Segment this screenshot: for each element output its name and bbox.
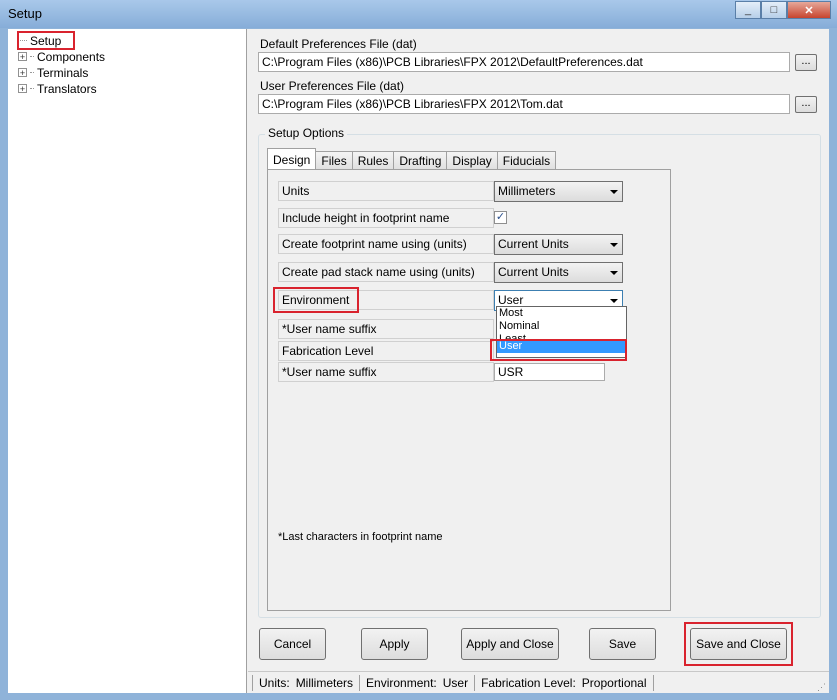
tree-item-label: Components <box>37 49 106 64</box>
tree-item-label: Translators <box>37 81 97 96</box>
dropdown-arrow-icon <box>610 190 618 194</box>
tree-connector <box>30 56 34 57</box>
padstack-units-value: Current Units <box>498 265 569 279</box>
tab-fiducials[interactable]: Fiducials <box>496 151 557 169</box>
status-units-label: Units: <box>259 676 290 690</box>
setup-options-label: Setup Options <box>265 126 348 140</box>
default-prefs-label: Default Preferences File (dat) <box>260 37 417 51</box>
user-suffix-input[interactable]: USR <box>494 363 605 381</box>
include-height-checkbox[interactable]: ✓ <box>494 211 507 224</box>
highlight-box-save-close <box>684 622 793 666</box>
setup-tree: Setup + Components + Terminals + Transla… <box>8 29 247 693</box>
environment-select-value: User <box>498 293 524 307</box>
status-environment-value: User <box>442 676 469 690</box>
footprint-name-label: Create footprint name using (units) <box>282 237 467 251</box>
expand-plus-icon[interactable]: + <box>18 68 27 78</box>
height-row: Include height in footprint name <box>278 208 494 228</box>
user-suffix-label-2: *User name suffix <box>282 365 377 379</box>
status-separator <box>652 675 654 691</box>
padstack-name-row: Create pad stack name using (units) <box>278 262 494 282</box>
units-row: Units <box>278 181 494 201</box>
apply-button[interactable]: Apply <box>361 628 428 660</box>
expand-plus-icon[interactable]: + <box>18 84 27 94</box>
units-label: Units <box>282 184 310 198</box>
close-icon[interactable]: ✕ <box>787 1 831 19</box>
default-prefs-browse-button[interactable]: ... <box>795 54 817 71</box>
cancel-button[interactable]: Cancel <box>259 628 326 660</box>
save-button[interactable]: Save <box>589 628 656 660</box>
tree-item-terminals[interactable]: + Terminals <box>18 65 88 80</box>
footprint-units-value: Current Units <box>498 237 569 251</box>
fabrication-level-row: Fabrication Level <box>278 341 494 361</box>
dropdown-arrow-icon <box>610 271 618 275</box>
user-prefs-label: User Preferences File (dat) <box>260 79 405 93</box>
tab-design[interactable]: Design <box>267 148 317 169</box>
padstack-name-label: Create pad stack name using (units) <box>282 265 475 279</box>
user-suffix-label: *User name suffix <box>282 322 377 336</box>
padstack-units-select[interactable]: Current Units <box>494 262 623 283</box>
maximize-icon[interactable]: □ <box>761 1 787 19</box>
dialog-client: Setup + Components + Terminals + Transla… <box>8 29 829 693</box>
user-suffix-row: *User name suffix <box>278 319 494 339</box>
user-suffix-row-2: *User name suffix <box>278 362 494 382</box>
tree-item-label: Terminals <box>37 65 89 80</box>
apply-and-close-button[interactable]: Apply and Close <box>461 628 559 660</box>
setup-window: Setup _ □ ✕ Setup + Components + Termina… <box>0 0 837 700</box>
units-select-value: Millimeters <box>498 184 556 198</box>
title-bar[interactable]: Setup _ □ ✕ <box>0 0 837 28</box>
status-separator <box>474 675 476 691</box>
window-title: Setup <box>8 6 42 21</box>
setup-options-group: Setup Options Design Files Rules Draftin… <box>258 126 821 618</box>
expand-plus-icon[interactable]: + <box>18 52 27 62</box>
tree-connector <box>30 88 34 89</box>
design-tab-pane: Units Millimeters Include height in foot… <box>267 169 671 611</box>
default-prefs-path[interactable]: C:\Program Files (x86)\PCB Libraries\FPX… <box>258 52 790 72</box>
status-separator <box>359 675 361 691</box>
status-units-value: Millimeters <box>295 676 354 690</box>
status-fabrication-value: Proportional <box>581 676 647 690</box>
status-environment-label: Environment: <box>366 676 437 690</box>
env-option-most[interactable]: Most <box>497 307 626 320</box>
highlight-box-environment <box>273 287 359 313</box>
tree-connector <box>30 72 34 73</box>
resize-grip-icon[interactable]: ⋰ <box>817 682 827 692</box>
options-tabs: Design Files Rules Drafting Display Fidu… <box>267 148 557 169</box>
env-option-nominal[interactable]: Nominal <box>497 320 626 333</box>
status-separator <box>252 675 253 691</box>
status-fabrication-label: Fabrication Level: <box>481 676 576 690</box>
status-bar: Units: Millimeters Environment: User Fab… <box>248 671 829 694</box>
user-prefs-browse-button[interactable]: ... <box>795 96 817 113</box>
footprint-units-select[interactable]: Current Units <box>494 234 623 255</box>
dropdown-arrow-icon <box>610 299 618 303</box>
dropdown-arrow-icon <box>610 243 618 247</box>
tree-item-translators[interactable]: + Translators <box>18 81 97 96</box>
tab-display[interactable]: Display <box>446 151 498 169</box>
footnote: *Last characters in footprint name <box>278 531 443 543</box>
settings-pane: Default Preferences File (dat) C:\Progra… <box>248 29 829 693</box>
footprint-name-row: Create footprint name using (units) <box>278 234 494 254</box>
highlight-box-setup <box>17 31 75 50</box>
tab-files[interactable]: Files <box>315 151 353 169</box>
units-select[interactable]: Millimeters <box>494 181 623 202</box>
minimize-icon[interactable]: _ <box>735 1 761 19</box>
height-label: Include height in footprint name <box>282 211 450 225</box>
fabrication-level-label: Fabrication Level <box>282 344 374 358</box>
tab-rules[interactable]: Rules <box>351 151 395 169</box>
window-controls: _ □ ✕ <box>735 1 831 19</box>
tree-item-components[interactable]: + Components <box>18 49 105 64</box>
tab-drafting[interactable]: Drafting <box>393 151 448 169</box>
user-prefs-path[interactable]: C:\Program Files (x86)\PCB Libraries\FPX… <box>258 94 790 114</box>
highlight-box-user-option <box>490 339 627 361</box>
